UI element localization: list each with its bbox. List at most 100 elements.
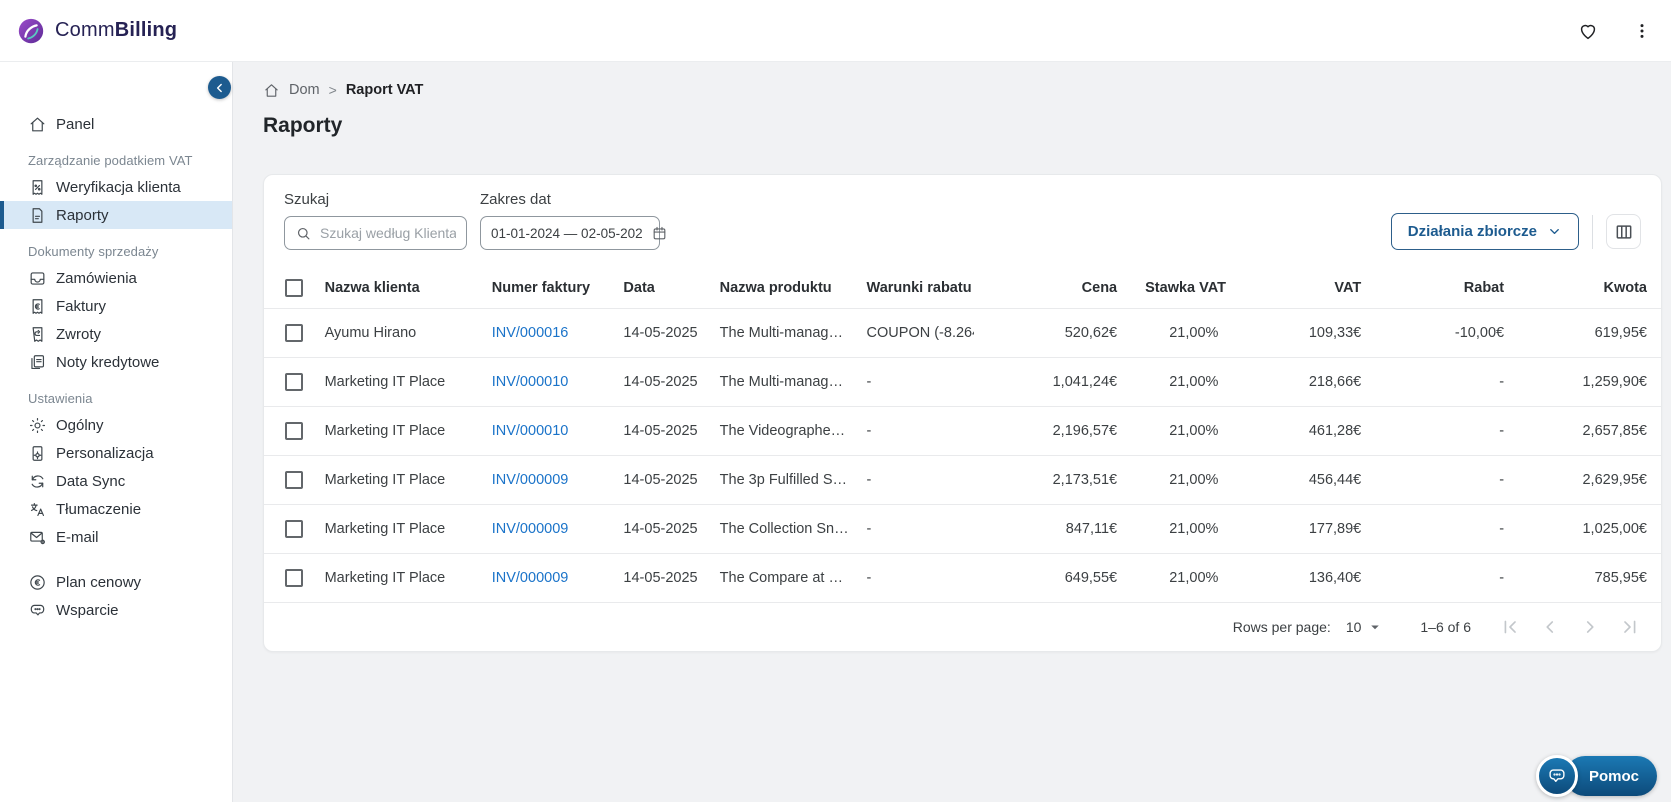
more-options-button[interactable] <box>1625 14 1659 48</box>
email-gear-icon <box>28 528 47 547</box>
discount-terms-cell: COUPON (-8.264… <box>852 307 975 357</box>
sidebar-item-label: Raporty <box>56 206 109 224</box>
report-document-icon <box>28 206 47 225</box>
brand-name: CommBilling <box>55 19 178 41</box>
table-row: Marketing IT Place INV/000009 14-05-2025… <box>264 552 1661 602</box>
price-cell: 1,041,24€ <box>974 356 1132 406</box>
row-checkbox[interactable] <box>285 470 303 489</box>
search-label: Szukaj <box>284 191 330 208</box>
invoice-link[interactable]: INV/000009 <box>492 472 569 488</box>
sidebar-item-label: Weryfikacja klienta <box>56 178 181 196</box>
amount-cell: 1,025,00€ <box>1518 503 1661 553</box>
invoice-link[interactable]: INV/000016 <box>492 325 569 341</box>
vat-cell: 218,66€ <box>1232 356 1376 406</box>
previous-page-button[interactable] <box>1539 616 1561 638</box>
row-checkbox[interactable] <box>285 421 303 440</box>
breadcrumb-separator: > <box>328 82 337 98</box>
sidebar-item-tlumaczenie[interactable]: Tłumaczenie <box>0 495 232 523</box>
help-button[interactable]: Pomoc <box>1535 755 1657 797</box>
sidebar-item-label: Tłumaczenie <box>56 500 142 518</box>
top-bar: CommBilling <box>0 0 1671 62</box>
row-checkbox[interactable] <box>285 323 303 342</box>
date-range-value: 01-01-2024 — 02-05-202 <box>491 225 643 241</box>
chevron-left-icon <box>1539 616 1561 638</box>
pricing-plan-icon <box>28 573 47 592</box>
column-header-product: Nazwa produktu <box>719 279 832 296</box>
sidebar-section-vat-management: Zarządzanie podatkiem VAT <box>28 153 193 168</box>
vat-cell: 461,28€ <box>1232 405 1376 455</box>
chat-icon <box>1535 755 1578 797</box>
chevron-left-icon <box>213 81 227 95</box>
price-cell: 847,11€ <box>974 503 1132 553</box>
next-page-button[interactable] <box>1579 616 1601 638</box>
bulk-actions-button[interactable]: Działania zbiorcze <box>1390 213 1579 250</box>
sidebar-item-plan-cenowy[interactable]: Plan cenowy <box>0 568 232 596</box>
select-all-checkbox[interactable] <box>285 278 303 297</box>
invoice-link[interactable]: INV/000009 <box>492 521 569 537</box>
breadcrumb: Dom > Raport VAT <box>263 80 1671 100</box>
client-cell: Marketing IT Place <box>310 405 478 455</box>
filter-actions: Działania zbiorcze <box>1390 213 1641 250</box>
logo-icon <box>16 16 46 46</box>
sidebar-item-ogolny[interactable]: Ogólny <box>0 411 232 439</box>
product-cell: The Videographe… <box>705 405 853 455</box>
sidebar-item-data-sync[interactable]: Data Sync <box>0 467 232 495</box>
date-cell: 14-05-2025 <box>609 356 706 406</box>
sidebar-item-email[interactable]: E-mail <box>0 523 232 551</box>
discount-terms-cell: - <box>852 405 975 455</box>
sidebar-section-sales-documents: Dokumenty sprzedaży <box>28 244 159 259</box>
personalization-icon <box>28 444 47 463</box>
sidebar-collapse-button[interactable] <box>208 76 231 99</box>
product-cell: The Compare at … <box>705 552 853 602</box>
breadcrumb-home-link[interactable]: Dom <box>289 82 320 98</box>
vat-cell: 109,33€ <box>1232 307 1376 357</box>
sidebar-item-noty-kredytowe[interactable]: Noty kredytowe <box>0 348 232 376</box>
product-cell: The Multi-manag… <box>705 307 853 357</box>
chevron-down-icon <box>1547 224 1562 239</box>
row-checkbox[interactable] <box>285 568 303 587</box>
row-checkbox[interactable] <box>285 519 303 538</box>
sidebar-nav: Panel Zarządzanie podatkiem VAT Weryfika… <box>0 62 232 624</box>
sidebar-item-label: Data Sync <box>56 472 126 490</box>
row-checkbox[interactable] <box>285 372 303 391</box>
date-cell: 14-05-2025 <box>609 454 706 504</box>
first-page-button[interactable] <box>1499 616 1521 638</box>
date-range-input[interactable]: 01-01-2024 — 02-05-202 <box>480 216 665 250</box>
price-cell: 649,55€ <box>974 552 1132 602</box>
sidebar-item-label: Faktury <box>56 297 107 315</box>
favorites-button[interactable] <box>1571 14 1605 48</box>
vat-cell: 177,89€ <box>1232 503 1376 553</box>
price-cell: 2,173,51€ <box>974 454 1132 504</box>
invoice-link[interactable]: INV/000009 <box>492 570 569 586</box>
discount-cell: -10,00€ <box>1375 307 1519 357</box>
calendar-icon <box>651 225 668 242</box>
sidebar-item-wsparcie[interactable]: Wsparcie <box>0 596 232 624</box>
table-row: Marketing IT Place INV/000010 14-05-2025… <box>264 405 1661 455</box>
invoice-link[interactable]: INV/000010 <box>492 423 569 439</box>
client-cell: Ayumu Hirano <box>310 307 478 357</box>
search-input[interactable] <box>320 225 456 241</box>
sidebar-item-weryfikacja-klienta[interactable]: Weryfikacja klienta <box>0 173 232 201</box>
product-cell: The Collection Sn… <box>705 503 853 553</box>
home-icon[interactable] <box>263 82 280 99</box>
rows-per-page-select[interactable]: 10 <box>1346 618 1385 636</box>
sidebar-item-raporty[interactable]: Raporty <box>0 201 232 229</box>
sidebar-item-label: Ogólny <box>56 416 104 434</box>
table-row: Ayumu Hirano INV/000016 14-05-2025 The M… <box>264 307 1661 357</box>
product-cell: The Multi-manag… <box>705 356 853 406</box>
vat-rate-cell: 21,00% <box>1131 454 1233 504</box>
columns-button[interactable] <box>1606 214 1641 249</box>
invoice-link[interactable]: INV/000010 <box>492 374 569 390</box>
sidebar-item-personalizacja[interactable]: Personalizacja <box>0 439 232 467</box>
vat-rate-cell: 21,00% <box>1131 307 1233 357</box>
breadcrumb-current: Raport VAT <box>345 82 424 98</box>
app-logo[interactable]: CommBilling <box>16 16 177 46</box>
home-icon <box>28 115 47 134</box>
client-cell: Marketing IT Place <box>310 552 478 602</box>
last-page-button[interactable] <box>1619 616 1641 638</box>
sidebar-item-faktury[interactable]: Faktury <box>0 292 232 320</box>
sidebar-item-zwroty[interactable]: Zwroty <box>0 320 232 348</box>
sidebar-item-panel[interactable]: Panel <box>0 110 232 138</box>
table-row: Marketing IT Place INV/000009 14-05-2025… <box>264 454 1661 504</box>
sidebar-item-zamowienia[interactable]: Zamówienia <box>0 264 232 292</box>
